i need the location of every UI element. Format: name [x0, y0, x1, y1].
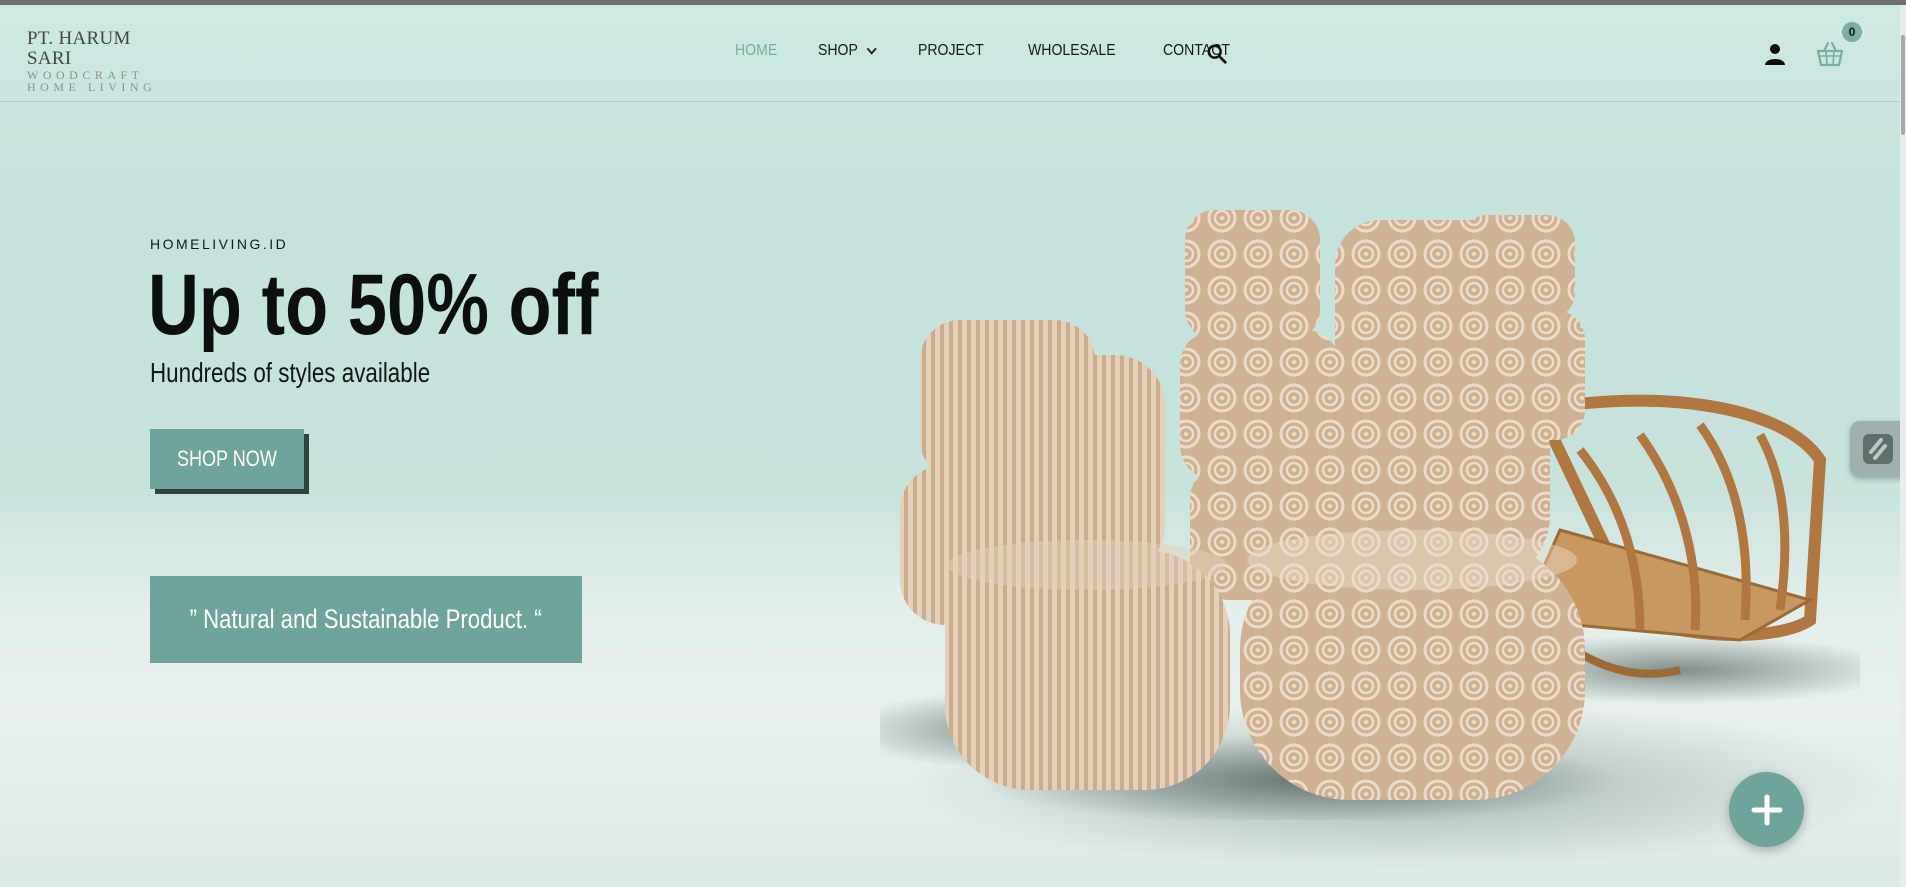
- shop-now-button[interactable]: SHOP NOW: [150, 429, 304, 489]
- nav-item-label: HOME: [735, 42, 778, 59]
- user-icon[interactable]: [1763, 42, 1787, 66]
- rattan-furniture-image: [880, 210, 1860, 820]
- tagline-text: ” Natural and Sustainable Product. “: [190, 604, 542, 634]
- nav-item-home[interactable]: HOME: [735, 42, 777, 60]
- chevron-down-icon: [867, 43, 877, 55]
- main-nav: HOME SHOP PROJECT WHOLESALE CONTACT: [735, 42, 1274, 60]
- nav-item-label: SHOP: [818, 42, 858, 59]
- scrollbar-thumb[interactable]: [1901, 35, 1905, 135]
- basket-icon[interactable]: [1816, 40, 1844, 68]
- nav-item-label: PROJECT: [918, 42, 985, 59]
- floating-add-button[interactable]: [1729, 772, 1804, 847]
- cart-count-badge: 0: [1840, 20, 1864, 44]
- slider-revolution-icon: [1863, 434, 1893, 464]
- hero-headline: Up to 50% off: [148, 257, 599, 353]
- logo-line-homeliving: HOME LIVING: [27, 80, 157, 94]
- plus-icon: [1751, 794, 1782, 825]
- site-logo[interactable]: PT. HARUM SARI WOODCRAFT HOME LIVING: [27, 28, 177, 94]
- nav-item-wholesale[interactable]: WHOLESALE: [1028, 42, 1116, 60]
- side-widget-tab[interactable]: [1850, 421, 1906, 477]
- tagline-banner: ” Natural and Sustainable Product. “: [150, 576, 582, 663]
- hero-eyebrow: HOMELIVING.ID: [150, 236, 289, 252]
- nav-item-label: WHOLESALE: [1028, 42, 1116, 59]
- page-scrollbar[interactable]: [1900, 5, 1906, 887]
- search-icon[interactable]: [1206, 43, 1228, 65]
- nav-item-project[interactable]: PROJECT: [918, 42, 984, 60]
- hero-subline: Hundreds of styles available: [150, 357, 431, 388]
- logo-line-company: PT. HARUM SARI: [27, 28, 131, 69]
- nav-item-shop[interactable]: SHOP: [818, 42, 877, 60]
- shop-now-label: SHOP NOW: [177, 446, 277, 471]
